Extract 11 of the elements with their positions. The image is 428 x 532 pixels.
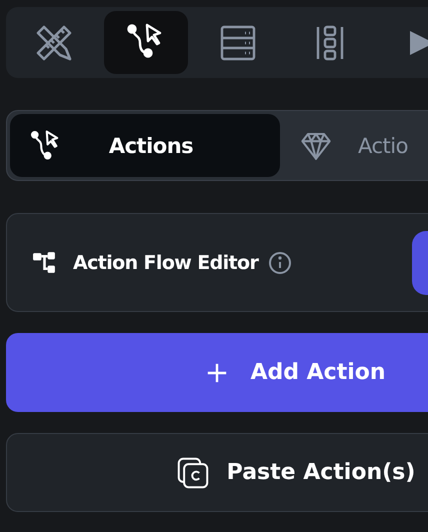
action-flow-editor-label: Action Flow Editor	[73, 252, 258, 274]
segment-tab[interactable]: Actions	[10, 114, 280, 177]
toolbar-tab[interactable]	[104, 11, 188, 74]
segment-tab[interactable]: Actio	[280, 114, 428, 177]
add-action-button[interactable]: Add Action	[6, 333, 428, 412]
plus-icon	[206, 362, 228, 384]
paste-actions-button[interactable]: Paste Action(s)	[6, 433, 428, 512]
copy-icon	[176, 456, 209, 488]
ruler-pencil-icon	[34, 22, 74, 62]
tree-icon	[32, 250, 57, 275]
info-icon[interactable]	[268, 250, 292, 274]
